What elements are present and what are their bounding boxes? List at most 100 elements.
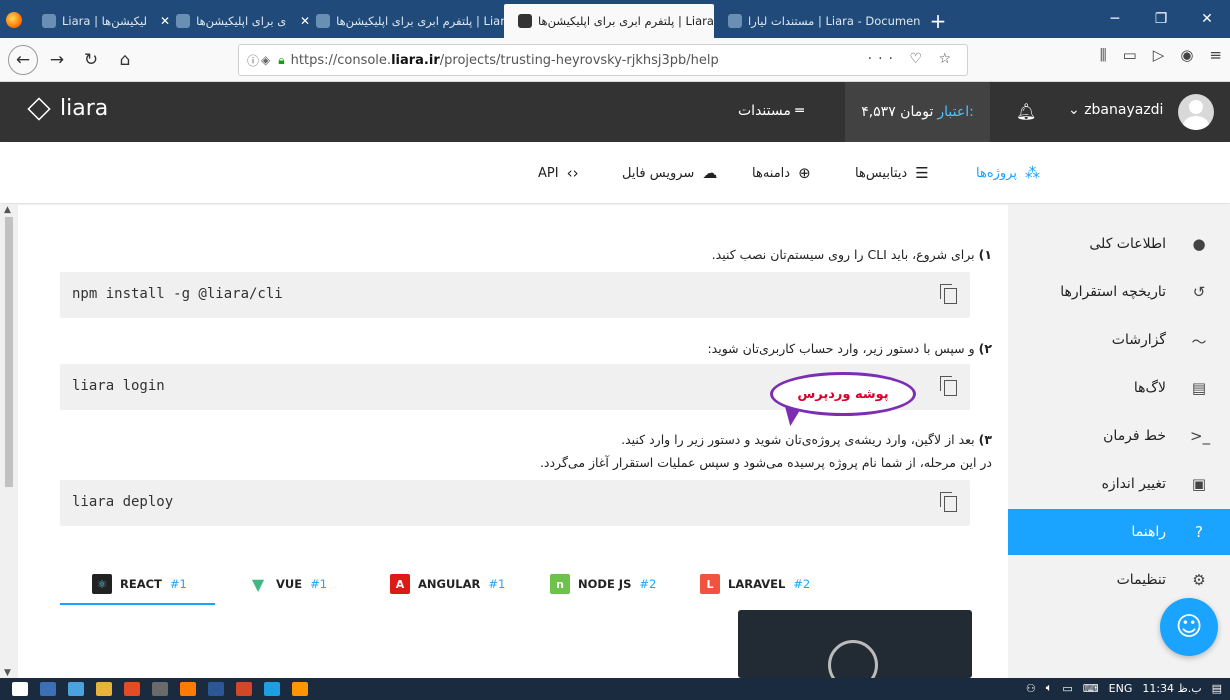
sidebar-item-console[interactable]: خط فرمان >_ — [1008, 413, 1230, 459]
close-window-icon[interactable]: ✕ — [1184, 0, 1230, 38]
keyboard-icon[interactable]: ⌨ — [1083, 682, 1099, 695]
subnav-file-label: سرویس فایل — [622, 165, 695, 181]
copy-icon[interactable] — [940, 376, 957, 396]
avatar[interactable] — [1178, 94, 1214, 130]
copy-icon[interactable] — [940, 284, 957, 304]
media-icon[interactable]: ▷ — [1153, 46, 1165, 64]
browser-tab[interactable]: ✕ پلتفرم ابری برای اپلیکیشن‌ها | Liara — [286, 4, 504, 38]
sidebar-item-logs[interactable]: لاگ‌ها ▤ — [1008, 365, 1230, 411]
url-bar[interactable]: ⓘ ◈ 🔒︎ https://console. liara.ir/projects… — [238, 44, 968, 76]
menu-icon[interactable]: ≡ — [1209, 46, 1222, 64]
code-text: liara login — [72, 378, 165, 394]
framework-name: LARAVEL — [728, 577, 786, 591]
credit-display[interactable]: ۴,۵۳۷ تومان اعتبار: — [845, 82, 990, 142]
minimize-icon[interactable]: ─ — [1092, 0, 1138, 38]
firefox-logo-icon — [6, 12, 22, 28]
tab-title: پلتفرم ابری برای اپلیکیشن‌ها | Liara — [336, 14, 504, 28]
tab-laravel[interactable]: L LARAVEL #2 — [700, 565, 810, 603]
tab-title: مستندات لیارا | Liara - Documen — [748, 14, 921, 28]
menu-lines-icon: ═ — [795, 103, 804, 119]
browser-tab[interactable]: ✕ پلتفرم ابری برای اپلیکیشن‌ها | Liara — [146, 4, 286, 38]
page-scrollbar[interactable]: ▲ ▼ — [0, 205, 18, 678]
sidebar-item-overview[interactable]: اطلاعات کلی ● — [1008, 221, 1230, 267]
browser-tab[interactable]: مستندات لیارا | Liara - Documen ✕ — [714, 4, 922, 38]
extension-icon[interactable]: ◉ — [1180, 46, 1193, 64]
windows-start-icon[interactable] — [12, 682, 28, 696]
back-button[interactable]: ← — [8, 44, 38, 75]
app-icon[interactable] — [152, 682, 168, 696]
url-actions[interactable]: ··· ♡ ☆ — [868, 51, 957, 67]
sidebar-item-history[interactable]: تاریخچه استقرارها ↺ — [1008, 269, 1230, 315]
clock[interactable]: 11:34 ب.ظ — [1142, 682, 1201, 695]
support-chat-button[interactable]: ☺ — [1160, 598, 1218, 656]
tab-vue[interactable]: ▼ VUE #1 — [248, 565, 327, 603]
tab-title: Liara | ابری برای اپلیکیشن‌ها — [62, 14, 146, 28]
app-icon[interactable] — [180, 682, 196, 696]
subnav-api[interactable]: API ‹› — [538, 164, 579, 182]
browser-tab[interactable]: Liara | ابری برای اپلیکیشن‌ها — [28, 4, 146, 38]
app-header: liara مستندات ═ ۴,۵۳۷ تومان اعتبار: 🔔︎ ⌄… — [0, 82, 1230, 142]
subnav-domains[interactable]: دامنه‌ها ⊕ — [752, 164, 811, 182]
subnav-file-service[interactable]: سرویس فایل ☁ — [622, 164, 717, 182]
gear-icon: ⚙ — [1192, 571, 1206, 589]
video-preview[interactable] — [738, 610, 972, 678]
chrome-icon[interactable] — [124, 682, 140, 696]
word-icon[interactable] — [208, 682, 224, 696]
sidebar-item-label: خط فرمان — [1103, 428, 1166, 444]
credit-value: ۴,۵۳۷ تومان — [861, 104, 934, 120]
tab-react[interactable]: ⚛ REACT #1 — [92, 565, 187, 603]
copy-icon[interactable] — [940, 492, 957, 512]
bell-icon[interactable]: 🔔︎ — [1016, 102, 1036, 121]
network-icon[interactable]: ▭ — [1062, 682, 1072, 695]
sidebar-icon[interactable]: ▭ — [1123, 46, 1137, 64]
app-icon[interactable] — [264, 682, 280, 696]
home-button[interactable]: ⌂ — [110, 45, 140, 75]
browser-navbar: ← → ↻ ⌂ ⓘ ◈ 🔒︎ https://console. liara.ir /… — [0, 38, 1230, 82]
subnav-databases[interactable]: دیتابیس‌ها ☰ — [855, 164, 929, 182]
app-icon[interactable] — [68, 682, 84, 696]
restore-icon[interactable]: ❐ — [1138, 0, 1184, 38]
sidebar-item-reports[interactable]: گزارشات 〜 — [1008, 317, 1230, 363]
projects-icon: ⁂ — [1024, 164, 1040, 182]
sidebar-item-label: گزارشات — [1111, 332, 1166, 348]
shield-icon[interactable]: ◈ — [261, 53, 270, 67]
new-tab-button[interactable]: + — [922, 4, 954, 38]
scroll-thumb[interactable] — [5, 217, 13, 487]
close-tab-icon[interactable]: ✕ — [160, 14, 170, 28]
folder-icon[interactable] — [96, 682, 112, 696]
tab-nodejs[interactable]: n NODE JS #2 — [550, 565, 656, 603]
scroll-up-icon[interactable]: ▲ — [4, 205, 11, 215]
favicon-icon — [176, 14, 191, 28]
sidebar-item-help[interactable]: راهنما ? — [1008, 509, 1230, 555]
info-icon: ● — [1192, 235, 1206, 253]
forward-button[interactable]: → — [42, 45, 72, 75]
people-icon[interactable]: ⚇ — [1026, 682, 1036, 695]
framework-num: #2 — [793, 577, 811, 591]
speaker-icon[interactable]: 🔈︎ — [1046, 681, 1053, 695]
terminal-icon: >_ — [1190, 427, 1211, 445]
step-2-text: و سپس با دستور زیر، وارد حساب کاربری‌تان… — [707, 341, 975, 356]
user-menu[interactable]: ⌄ zbanayazdi — [1068, 102, 1163, 118]
notification-icon[interactable]: ▤ — [1212, 682, 1222, 695]
history-icon: ↺ — [1192, 283, 1206, 301]
liara-logo[interactable]: liara — [27, 96, 108, 121]
firefox-taskbar-icon[interactable] — [292, 682, 308, 696]
powerpoint-icon[interactable] — [236, 682, 252, 696]
tab-title: پلتفرم ابری برای اپلیکیشن‌ها | Liara — [538, 14, 714, 28]
browser-tab-active[interactable]: پلتفرم ابری برای اپلیکیشن‌ها | Liara ✕ — [504, 4, 714, 38]
code-text: npm install -g @liara/cli — [72, 286, 283, 302]
docs-link[interactable]: مستندات ═ — [738, 103, 804, 119]
window-controls: ─ ❐ ✕ — [1092, 0, 1230, 38]
sidebar-item-resize[interactable]: تغییر اندازه ▣ — [1008, 461, 1230, 507]
info-icon[interactable]: ⓘ — [247, 52, 259, 69]
subnav-projects[interactable]: پروژه‌ها ⁂ — [976, 164, 1040, 182]
framework-num: #1 — [310, 577, 328, 591]
sidebar-item-settings[interactable]: تنظیمات ⚙ — [1008, 557, 1230, 603]
tab-angular[interactable]: A ANGULAR #1 — [390, 565, 505, 603]
language-indicator[interactable]: ENG — [1109, 682, 1133, 695]
reload-button[interactable]: ↻ — [76, 45, 106, 75]
close-tab-icon[interactable]: ✕ — [300, 14, 310, 28]
scroll-down-icon[interactable]: ▼ — [4, 668, 11, 678]
library-icon[interactable]: ⫼ — [1100, 46, 1107, 64]
app-icon[interactable] — [40, 682, 56, 696]
